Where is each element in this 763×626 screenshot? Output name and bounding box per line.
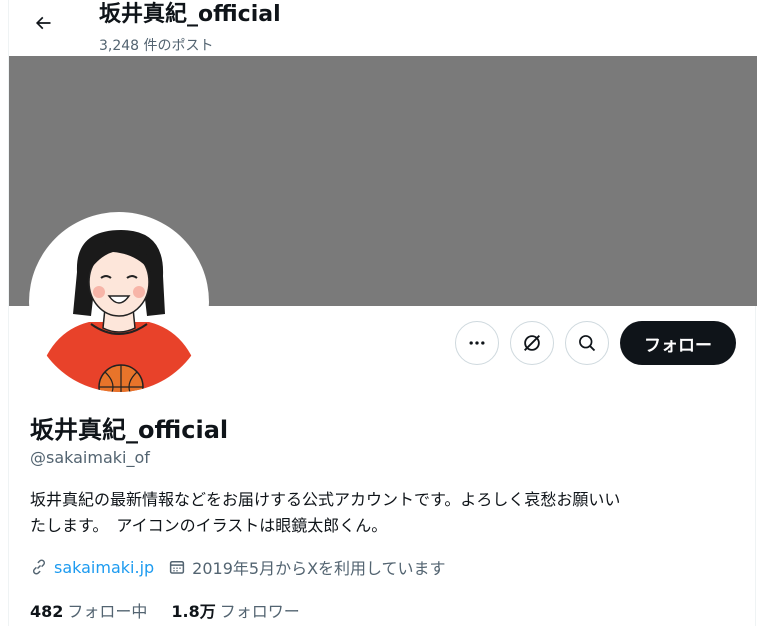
grok-icon	[524, 335, 540, 351]
link-icon	[32, 559, 46, 575]
profile-meta: sakaimaki.jp 2019年5月からXを利用しています	[30, 555, 460, 579]
website-link[interactable]: sakaimaki.jp	[54, 558, 154, 577]
post-count: 3,248 件のポスト	[99, 38, 214, 54]
bio: 坂井真紀の最新情報などをお届けする公式アカウントです。よろしく哀愁お願いい たし…	[30, 487, 740, 539]
follow-button[interactable]: フォロー	[620, 321, 736, 365]
more-icon	[469, 341, 485, 345]
back-arrow-icon	[35, 16, 51, 30]
back-button[interactable]	[26, 6, 60, 40]
user-handle: @sakaimaki_of	[30, 448, 150, 467]
following-label: フォロー中	[67, 602, 148, 621]
followers-count: 1.8万	[171, 602, 216, 621]
avatar[interactable]	[29, 212, 209, 392]
display-name: 坂井真紀_official	[30, 416, 229, 444]
calendar-icon	[170, 561, 185, 574]
joined-item: 2019年5月からXを利用しています	[168, 555, 446, 579]
search-icon	[579, 335, 596, 352]
grok-button[interactable]	[510, 321, 554, 365]
following-link[interactable]: 482 フォロー中	[30, 598, 147, 622]
search-profile-button[interactable]	[565, 321, 609, 365]
followers-link[interactable]: 1.8万 フォロワー	[171, 598, 299, 622]
website-item: sakaimaki.jp	[30, 558, 154, 577]
profile-actions: フォロー	[455, 321, 736, 365]
more-button[interactable]	[455, 321, 499, 365]
profile-header: 坂井真紀_official 3,248 件のポスト	[9, 0, 757, 56]
bio-line-2: たします。 アイコンのイラストは眼鏡太郎くん。	[30, 516, 388, 535]
bio-line-1: 坂井真紀の最新情報などをお届けする公式アカウントです。よろしく哀愁お願いい	[30, 490, 621, 509]
following-count: 482	[30, 602, 64, 621]
header-title: 坂井真紀_official	[99, 2, 281, 27]
avatar-illustration	[31, 214, 207, 392]
follow-stats: 482 フォロー中 1.8万 フォロワー	[30, 598, 324, 622]
joined-date: 2019年5月からXを利用しています	[192, 559, 446, 578]
followers-label: フォロワー	[219, 602, 300, 621]
profile-column: 坂井真紀_official 3,248 件のポスト フォロー 坂井真紀_offi…	[8, 0, 757, 626]
